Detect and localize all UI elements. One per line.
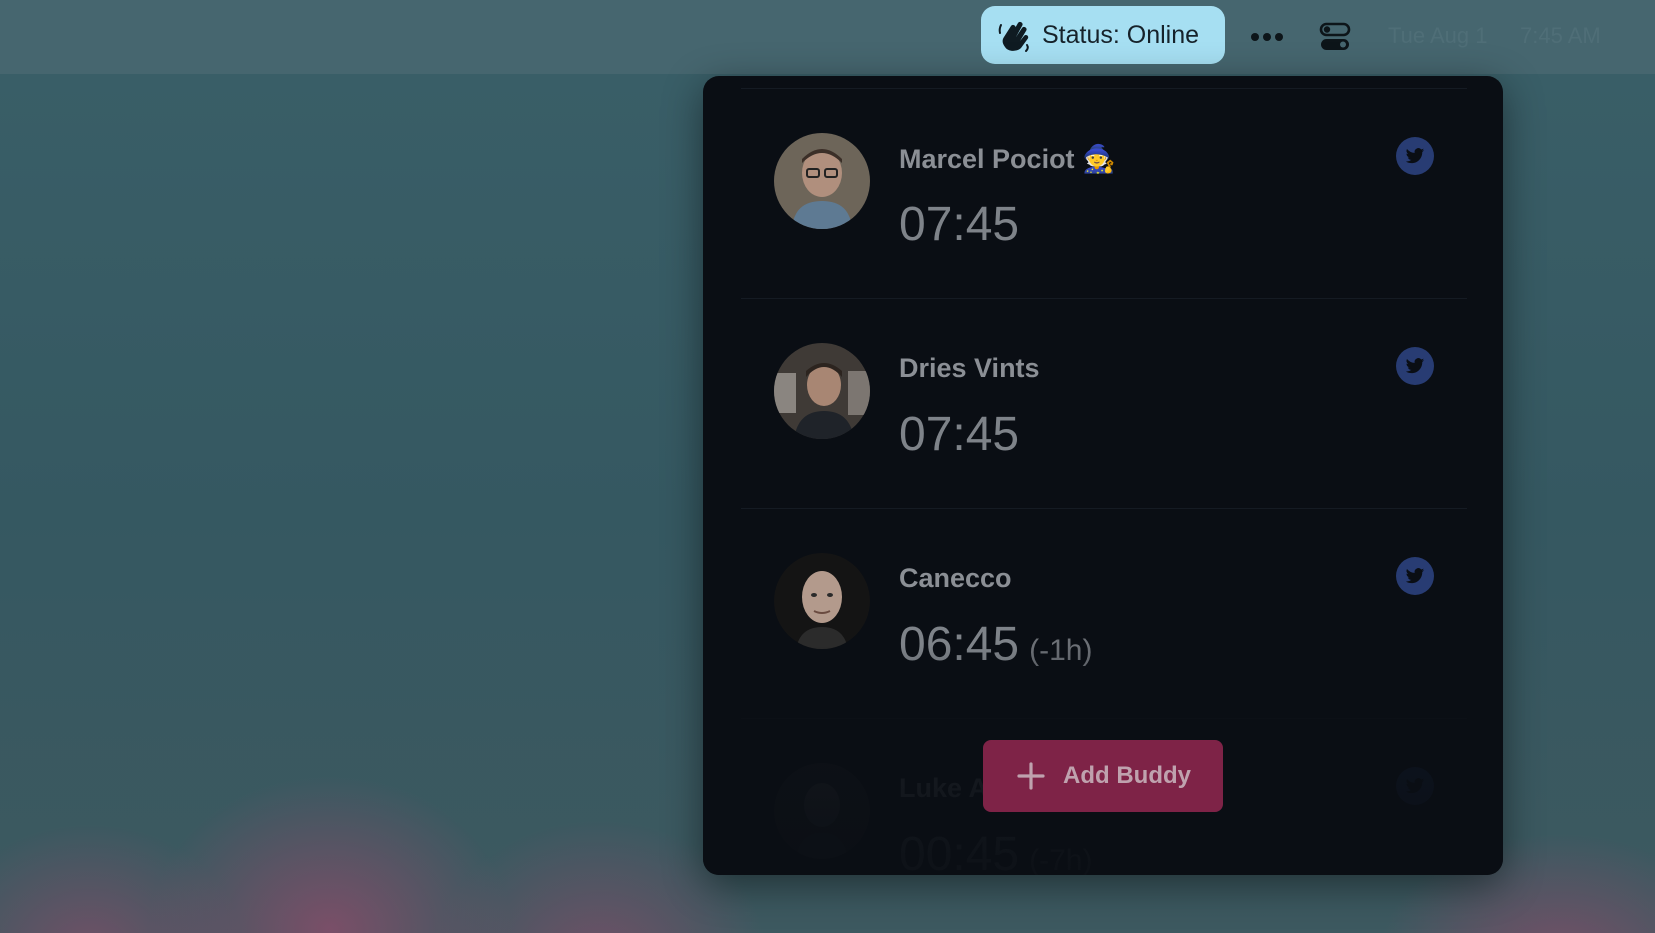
twitter-icon [1405, 777, 1425, 793]
buddy-time: 07:45 [899, 407, 1029, 462]
twitter-button[interactable] [1396, 557, 1434, 595]
buddy-name: Dries Vints [899, 353, 1040, 383]
buddy-name: Luke A [899, 773, 989, 803]
add-buddy-button[interactable]: Add Buddy [983, 740, 1223, 812]
buddy-row[interactable]: Marcel Pociot 🧙 07:45 [741, 88, 1467, 299]
buddies-popover: Marcel Pociot 🧙 07:45 Dries Vints 07:45 [703, 76, 1503, 875]
buddy-time-offset: (-7h) [1029, 844, 1093, 875]
buddy-name: Canecco [899, 563, 1012, 593]
status-menu-item[interactable]: Status: Online [981, 6, 1225, 64]
buddy-time-value: 06:45 [899, 618, 1020, 671]
menubar-date[interactable]: Tue Aug 1 [1388, 23, 1487, 49]
avatar [774, 343, 870, 439]
twitter-button[interactable] [1396, 137, 1434, 175]
more-dots-icon[interactable] [1247, 24, 1287, 50]
avatar [774, 763, 870, 859]
add-buddy-label: Add Buddy [1063, 762, 1191, 789]
twitter-icon [1405, 567, 1425, 583]
buddy-time-value: 07:45 [899, 198, 1020, 251]
menu-bar: Status: Online Tue Aug 1 7:45 AM [0, 0, 1655, 74]
buddy-row[interactable]: Canecco 06:45 (-1h) [741, 508, 1467, 719]
twitter-button[interactable] [1396, 347, 1434, 385]
avatar [774, 553, 870, 649]
buddy-time-value: 00:45 [899, 828, 1020, 875]
buddy-time-offset: (-1h) [1029, 634, 1093, 667]
avatar [774, 133, 870, 229]
buddy-time: 07:45 [899, 197, 1029, 252]
plus-icon [1017, 762, 1045, 790]
twitter-icon [1405, 147, 1425, 163]
buddy-time: 00:45 (-7h) [899, 827, 1092, 875]
status-label: Status: Online [1042, 20, 1200, 49]
twitter-button[interactable] [1396, 767, 1434, 805]
menubar-clock[interactable]: 7:45 AM [1520, 23, 1601, 49]
waving-hand-icon [998, 21, 1029, 52]
buddy-time-value: 07:45 [899, 408, 1020, 461]
twitter-icon [1405, 357, 1425, 373]
buddy-row[interactable]: Dries Vints 07:45 [741, 298, 1467, 509]
toggle-switches-icon[interactable] [1318, 20, 1352, 54]
buddy-name: Marcel Pociot 🧙 [899, 144, 1116, 174]
buddy-time: 06:45 (-1h) [899, 617, 1092, 672]
